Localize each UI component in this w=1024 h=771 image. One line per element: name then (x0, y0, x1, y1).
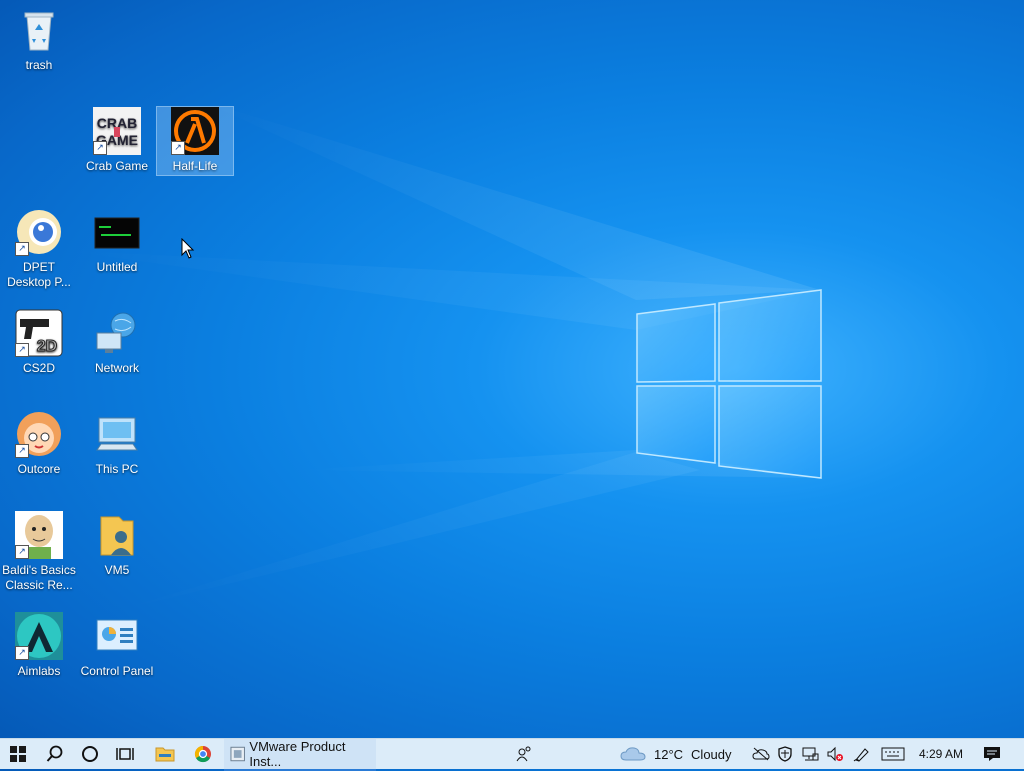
pen-workspace-icon[interactable] (850, 739, 874, 769)
start-button[interactable] (0, 739, 36, 769)
file-explorer-button[interactable] (148, 739, 182, 769)
task-view-icon (116, 748, 134, 760)
cs2d-badge: 2D (37, 338, 57, 355)
vmware-installer-icon (230, 746, 245, 762)
desktop-icon-control-panel[interactable]: Control Panel (79, 612, 155, 702)
weather-condition: Cloudy (691, 746, 732, 762)
folder-icon (155, 747, 175, 762)
shortcut-arrow-icon: ↗ (15, 545, 29, 559)
taskbar: VMware Product Inst... 12°C Cloudy 4:29 … (0, 738, 1024, 771)
vmware-taskbar-label: VMware Product Inst... (249, 739, 346, 769)
outcore-character-icon: ↗ (15, 410, 63, 458)
desktop-icon-dpet[interactable]: ↗ DPET Desktop P... (1, 208, 77, 298)
onedrive-offline-icon[interactable] (750, 739, 772, 769)
shortcut-arrow-icon: ↗ (15, 444, 29, 458)
control-panel-icon (93, 612, 141, 660)
network-icon (93, 309, 141, 357)
desktop-icon-half-life[interactable]: ↗ Half-Life (156, 106, 234, 176)
search-icon (46, 745, 63, 762)
cortana-button[interactable] (74, 739, 106, 769)
desktop-icon-baldi[interactable]: ↗ Baldi's Basics Classic Re... (1, 511, 77, 601)
cloud-icon (620, 747, 646, 761)
untitled-file-icon (93, 208, 141, 256)
crab-game-icon: CRAB GAME ↗ (93, 107, 141, 155)
touch-keyboard-icon[interactable] (878, 739, 908, 769)
mouse-cursor-icon (181, 238, 195, 259)
desktop-icon-outcore[interactable]: ↗ Outcore (1, 410, 77, 500)
clock-time: 4:29 AM (918, 747, 964, 761)
task-view-button[interactable] (108, 739, 142, 769)
people-button[interactable] (508, 739, 540, 769)
notification-icon (984, 747, 1000, 761)
desktop-icon-vm5[interactable]: VM5 (79, 511, 155, 601)
dpet-icon: ↗ (15, 208, 63, 256)
security-shield-icon[interactable] (774, 739, 796, 769)
vmware-taskbar-button[interactable]: VMware Product Inst... (224, 739, 376, 771)
windows-logo (636, 289, 822, 479)
shortcut-arrow-icon: ↗ (171, 141, 185, 155)
desktop-icon-trash[interactable]: trash (1, 6, 77, 96)
shortcut-arrow-icon: ↗ (15, 242, 29, 256)
weather-widget[interactable]: 12°C Cloudy (620, 739, 746, 769)
baldi-character-icon: ↗ (15, 511, 63, 559)
shortcut-arrow-icon: ↗ (15, 343, 29, 357)
chrome-button[interactable] (186, 739, 220, 769)
windows-start-icon (10, 746, 26, 762)
clock[interactable]: 4:29 AM (910, 739, 972, 769)
desktop-icon-crab-game[interactable]: CRAB GAME ↗ Crab Game (79, 107, 155, 197)
chrome-icon (194, 745, 211, 763)
network-status-icon[interactable] (798, 739, 822, 769)
shortcut-arrow-icon: ↗ (93, 141, 107, 155)
cortana-circle-icon (82, 746, 98, 762)
desktop-icon-network[interactable]: Network (79, 309, 155, 399)
recycle-bin-icon (15, 6, 63, 54)
desktop-icon-untitled[interactable]: Untitled (79, 208, 155, 298)
people-icon (516, 746, 531, 762)
weather-temperature: 12°C (654, 746, 684, 762)
shortcut-arrow-icon: ↗ (15, 646, 29, 660)
desktop-icon-aimlabs[interactable]: ↗ Aimlabs (1, 612, 77, 702)
desktop-icon-cs2d[interactable]: 2D ↗ CS2D (1, 309, 77, 399)
action-center-button[interactable] (978, 739, 1006, 769)
aimlabs-icon: ↗ (15, 612, 63, 660)
half-life-lambda-icon: ↗ (171, 107, 219, 155)
search-button[interactable] (38, 739, 72, 769)
volume-muted-icon[interactable] (824, 739, 846, 769)
desktop-icon-this-pc[interactable]: This PC (79, 410, 155, 500)
cs2d-gun-icon: 2D ↗ (15, 309, 63, 357)
this-pc-icon (93, 410, 141, 458)
user-folder-icon (93, 511, 141, 559)
